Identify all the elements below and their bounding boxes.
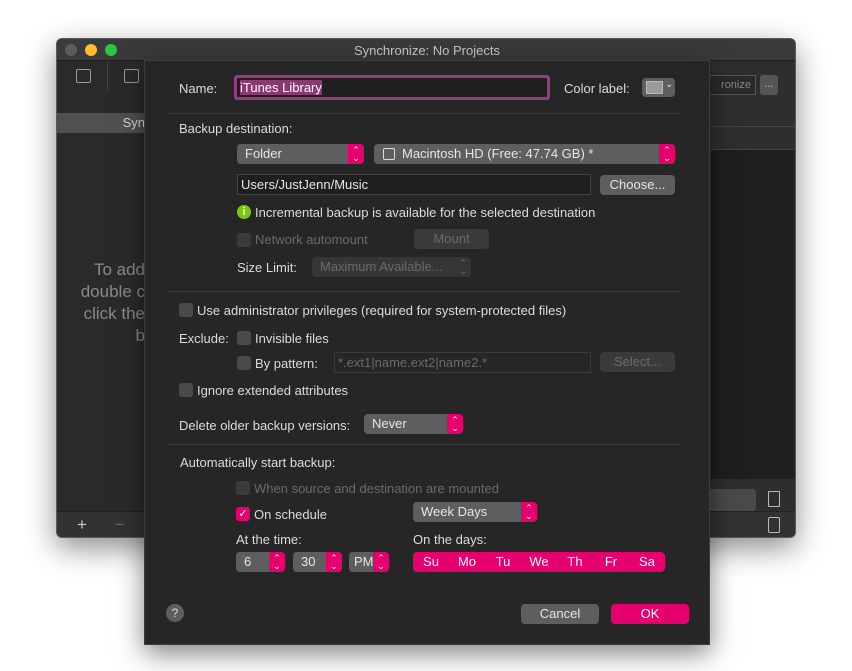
delete-older-value: Never: [372, 416, 407, 431]
ok-button[interactable]: OK: [611, 604, 689, 624]
document-icon[interactable]: [768, 491, 780, 507]
path-field[interactable]: Users/JustJenn/Music: [237, 174, 591, 195]
select-button[interactable]: Select...: [600, 352, 675, 372]
minute-stepper[interactable]: 30 ⌃ ⌄: [293, 552, 342, 572]
ampm-stepper[interactable]: PM ⌃ ⌄: [349, 552, 389, 572]
network-automount-checkbox[interactable]: [237, 233, 251, 247]
by-pattern-label: By pattern:: [255, 356, 318, 371]
volume-popup[interactable]: Macintosh HD (Free: 47.74 GB) * ⌃ ⌄: [374, 144, 675, 164]
destination-type-popup[interactable]: Folder ⌃ ⌄: [237, 144, 364, 164]
name-input[interactable]: iTunes Library: [234, 75, 550, 100]
synchronize-button[interactable]: ronize: [708, 75, 756, 95]
destination-type-value: Folder: [245, 146, 282, 161]
ignore-attributes-checkbox[interactable]: [179, 383, 193, 397]
hint-line: To add: [93, 260, 145, 279]
day-su[interactable]: Su: [413, 552, 449, 572]
days-selector: Su Mo Tu We Th Fr Sa: [413, 552, 665, 572]
hard-drive-icon: [383, 148, 395, 160]
day-tu[interactable]: Tu: [485, 552, 521, 572]
mount-button[interactable]: Mount: [414, 229, 489, 249]
archive-icon[interactable]: [124, 69, 139, 83]
help-button[interactable]: ?: [166, 604, 184, 622]
ignore-attributes-label: Ignore extended attributes: [197, 383, 349, 398]
color-label-picker[interactable]: ⌄: [642, 78, 675, 97]
add-button[interactable]: +: [77, 515, 87, 535]
invisible-files-label: Invisible files: [255, 331, 329, 346]
remove-button[interactable]: −: [115, 515, 125, 535]
drawer-icon[interactable]: [76, 69, 91, 83]
on-schedule-checkbox[interactable]: ✓: [236, 507, 250, 521]
sidebar-item-sync[interactable]: Syn: [57, 113, 145, 133]
hint-line: double c: [80, 282, 145, 301]
backup-destination-label: Backup destination:: [179, 121, 293, 136]
day-we[interactable]: We: [521, 552, 557, 572]
admin-privileges-label: Use administrator privileges (required f…: [197, 303, 567, 318]
right-pane: ronize ...: [708, 61, 795, 511]
pattern-input[interactable]: *.ext1|name.ext2|name2.*: [334, 352, 591, 373]
info-icon: i: [237, 205, 251, 219]
exclude-label: Exclude:: [179, 331, 229, 346]
when-mounted-checkbox[interactable]: [236, 481, 250, 495]
minute-value: 30: [301, 554, 316, 569]
name-label: Name:: [179, 81, 218, 96]
auto-start-label: Automatically start backup:: [180, 455, 336, 470]
hint-line: click the: [83, 304, 145, 323]
ampm-value: PM: [354, 554, 374, 569]
day-th[interactable]: Th: [557, 552, 593, 572]
delete-older-popup[interactable]: Never ⌃ ⌄: [364, 414, 463, 434]
size-limit-label: Size Limit:: [237, 260, 297, 275]
project-settings-sheet: Name: iTunes Library Color label: ⌄ Back…: [144, 60, 710, 645]
name-value: iTunes Library: [240, 80, 322, 95]
day-fr[interactable]: Fr: [593, 552, 629, 572]
network-automount-label: Network automount: [255, 232, 368, 247]
more-button[interactable]: ...: [760, 75, 778, 95]
choose-button[interactable]: Choose...: [600, 175, 675, 195]
incremental-info: Incremental backup is available for the …: [255, 205, 596, 220]
when-mounted-label: When source and destination are mounted: [254, 481, 499, 496]
clock-icon[interactable]: [768, 517, 780, 533]
by-pattern-checkbox[interactable]: [237, 356, 251, 370]
schedule-value: Week Days: [421, 504, 488, 519]
title-bar: Synchronize: No Projects: [57, 39, 795, 61]
days-label: On the days:: [413, 532, 487, 547]
size-limit-popup[interactable]: Maximum Available... ⌃ ⌄: [312, 257, 471, 277]
window-title: Synchronize: No Projects: [354, 43, 500, 58]
status-field: [708, 489, 756, 511]
hint-line: b: [135, 326, 145, 345]
time-label: At the time:: [236, 532, 302, 547]
sidebar: Syn To add double c click the b: [57, 61, 145, 537]
chevron-down-icon: ⌄: [665, 79, 674, 90]
hour-stepper[interactable]: 6 ⌃ ⌄: [236, 552, 285, 572]
admin-privileges-checkbox[interactable]: [179, 303, 193, 317]
hour-value: 6: [244, 554, 252, 569]
on-schedule-label: On schedule: [254, 507, 327, 522]
volume-value: Macintosh HD (Free: 47.74 GB) *: [402, 146, 594, 161]
day-sa[interactable]: Sa: [629, 552, 665, 572]
day-mo[interactable]: Mo: [449, 552, 485, 572]
schedule-popup[interactable]: Week Days ⌃ ⌄: [413, 502, 537, 522]
color-label: Color label:: [564, 81, 630, 96]
cancel-button[interactable]: Cancel: [521, 604, 599, 624]
delete-older-label: Delete older backup versions:: [179, 418, 351, 433]
size-limit-value: Maximum Available...: [320, 259, 443, 274]
invisible-files-checkbox[interactable]: [237, 331, 251, 345]
